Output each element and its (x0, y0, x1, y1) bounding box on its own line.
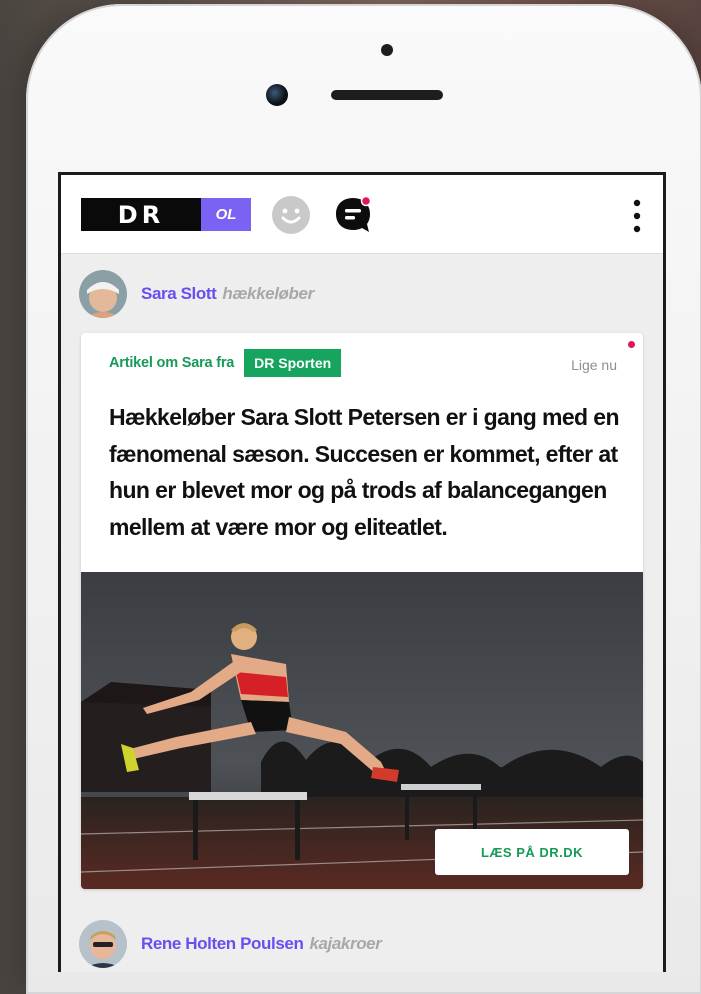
read-on-dr-button[interactable]: LÆS PÅ DR.DK (435, 829, 629, 875)
athlete-header[interactable]: Sara Slott hækkeløber (79, 269, 314, 319)
avatar[interactable] (79, 270, 127, 318)
timestamp: Lige nu (571, 357, 617, 373)
smiley-icon[interactable] (271, 195, 311, 235)
dr-ol-logo[interactable]: DR OL (81, 198, 251, 231)
chat-icon[interactable] (331, 193, 375, 237)
athlete-name[interactable]: Sara Slott (141, 284, 217, 304)
dr-logo-text: DR (81, 198, 201, 231)
source-label: Artikel om Sara fra (109, 355, 235, 371)
athlete-role: kajakroer (309, 934, 382, 953)
avatar[interactable] (79, 920, 127, 968)
article-card[interactable]: Artikel om Sara fra DR Sporten Lige nu H… (81, 333, 643, 889)
app-screen: DR OL Sara Slott hækkeløber Artikel om S… (58, 172, 666, 972)
source-tag[interactable]: DR Sporten (244, 349, 342, 377)
unread-indicator (628, 341, 635, 348)
card-source: Artikel om Sara fra DR Sporten (109, 349, 342, 377)
proximity-sensor (381, 44, 393, 56)
ol-badge: OL (201, 198, 251, 231)
athlete-header-2[interactable]: Rene Holten Poulsen kajakroer (79, 919, 382, 969)
article-headline[interactable]: Hækkeløber Sara Slott Petersen er i gang… (109, 399, 620, 545)
athlete-role: hækkeløber (222, 284, 314, 303)
top-bar: DR OL (61, 175, 663, 254)
athlete-name[interactable]: Rene Holten Poulsen (141, 934, 304, 954)
earpiece-speaker (331, 90, 443, 100)
front-camera (266, 84, 288, 106)
more-vertical-icon[interactable] (629, 197, 645, 235)
